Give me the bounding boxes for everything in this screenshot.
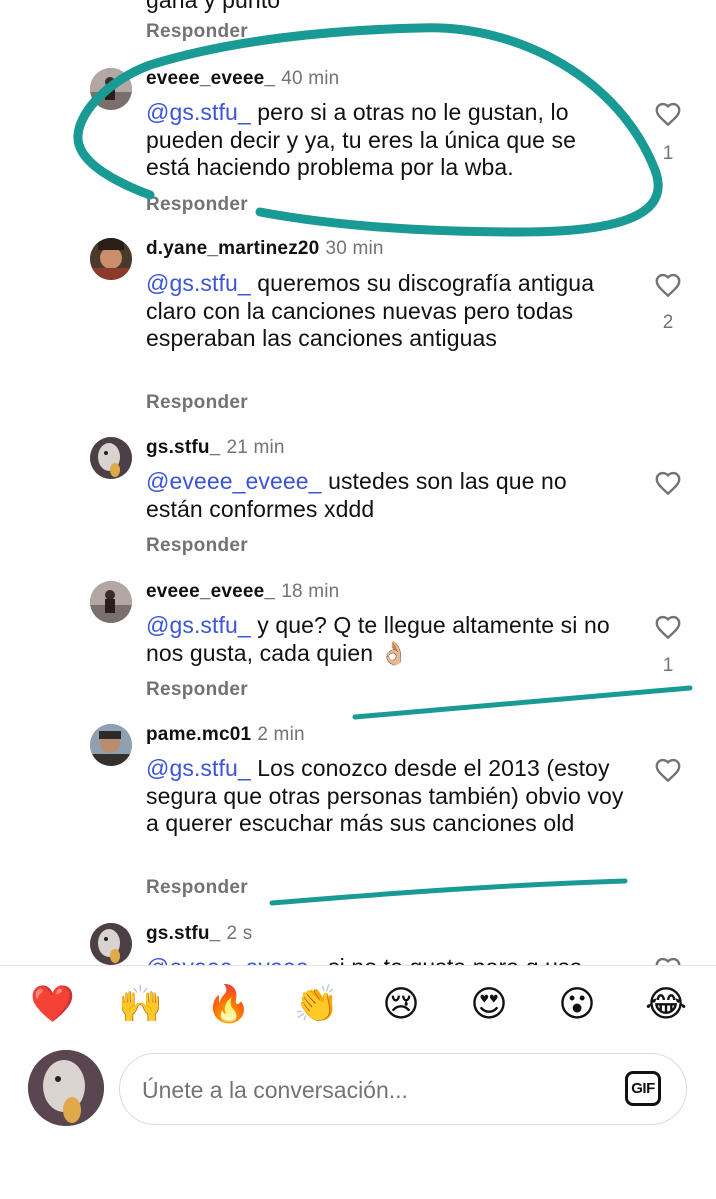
heart-outline-icon[interactable] <box>653 755 683 785</box>
reply-button[interactable]: Responder <box>146 392 248 414</box>
reply-button[interactable]: Responder <box>146 877 248 899</box>
comment-input[interactable] <box>140 1068 604 1112</box>
heart-outline-icon[interactable] <box>653 954 683 965</box>
mention-link[interactable]: @eveee_eveee_ <box>146 954 322 965</box>
reaction-surprised[interactable]: 😮 <box>557 984 597 1024</box>
username[interactable]: eveee_eveee_ <box>146 68 275 89</box>
avatar[interactable] <box>90 68 132 110</box>
reaction-laughing[interactable]: 😂 <box>645 984 687 1024</box>
heart-outline-icon[interactable] <box>653 468 683 498</box>
comment-header: eveee_eveee_ 18 min <box>146 581 339 603</box>
timestamp: 40 min <box>281 68 340 89</box>
comment-thread: gana y punto Responder eveee_eveee_ 40 mi… <box>0 0 716 965</box>
mention-link[interactable]: @gs.stfu_ <box>146 270 251 296</box>
timestamp: 2 s <box>226 923 253 944</box>
username[interactable]: gs.stfu_ <box>146 437 220 458</box>
reaction-heart[interactable]: ❤️ <box>30 984 75 1024</box>
reply-button[interactable]: Responder <box>146 679 248 701</box>
comment-body: @eveee_eveee_ ustedes son las que no est… <box>146 468 626 523</box>
reaction-clapping[interactable]: 👏 <box>294 984 339 1024</box>
comment-body: @gs.stfu_ pero si a otras no le gustan, … <box>146 99 626 182</box>
divider <box>0 965 716 966</box>
mention-link[interactable]: @gs.stfu_ <box>146 755 251 781</box>
reaction-fire[interactable]: 🔥 <box>206 984 251 1024</box>
timestamp: 30 min <box>325 238 384 259</box>
reaction-heart-eyes[interactable]: 😍 <box>469 984 509 1024</box>
mention-link[interactable]: @gs.stfu_ <box>146 612 251 638</box>
comment-header: eveee_eveee_ 40 min <box>146 68 339 90</box>
mention-link[interactable]: @gs.stfu_ <box>146 99 251 125</box>
heart-outline-icon[interactable] <box>653 99 683 129</box>
mention-link[interactable]: @eveee_eveee_ <box>146 468 322 494</box>
avatar[interactable] <box>90 437 132 479</box>
reaction-crying[interactable]: 😢 <box>381 984 421 1024</box>
avatar[interactable] <box>90 581 132 623</box>
gif-icon[interactable]: GIF <box>625 1071 661 1106</box>
username[interactable]: d.yane_martinez20 <box>146 238 319 259</box>
timestamp: 2 min <box>257 724 305 745</box>
comment-header: gs.stfu_ 2 s <box>146 923 252 945</box>
heart-outline-icon[interactable] <box>653 612 683 642</box>
like-count: 1 <box>662 143 674 164</box>
username[interactable]: eveee_eveee_ <box>146 581 275 602</box>
comment-body: @gs.stfu_ queremos su discografía antigu… <box>146 270 626 353</box>
reply-button[interactable]: Responder <box>146 21 248 43</box>
comment-header: gs.stfu_ 21 min <box>146 437 285 459</box>
reply-button[interactable]: Responder <box>146 194 248 216</box>
like-count: 1 <box>662 655 674 676</box>
avatar[interactable] <box>90 238 132 280</box>
comment-composer: GIF <box>119 1053 687 1125</box>
username[interactable]: gs.stfu_ <box>146 923 220 944</box>
reaction-raised-hands[interactable]: 🙌 <box>118 984 163 1024</box>
avatar[interactable] <box>90 724 132 766</box>
timestamp: 21 min <box>226 437 285 458</box>
current-user-avatar <box>28 1050 104 1126</box>
timestamp: 18 min <box>281 581 340 602</box>
comment-body: gana y punto <box>146 0 281 13</box>
reply-button[interactable]: Responder <box>146 535 248 557</box>
avatar[interactable] <box>90 923 132 965</box>
heart-outline-icon[interactable] <box>653 270 683 300</box>
comment-header: d.yane_martinez20 30 min <box>146 238 384 260</box>
comment-body: @eveee_eveee_ si no te gusta para q usa <box>146 954 626 965</box>
comment-header: pame.mc01 2 min <box>146 724 305 746</box>
like-count: 2 <box>662 312 674 333</box>
username[interactable]: pame.mc01 <box>146 724 251 745</box>
comment-body: @gs.stfu_ y que? Q te llegue altamente s… <box>146 612 626 667</box>
comment-body: @gs.stfu_ Los conozco desde el 2013 (est… <box>146 755 626 838</box>
comment-text: si no te gusta para q usa <box>322 954 583 965</box>
